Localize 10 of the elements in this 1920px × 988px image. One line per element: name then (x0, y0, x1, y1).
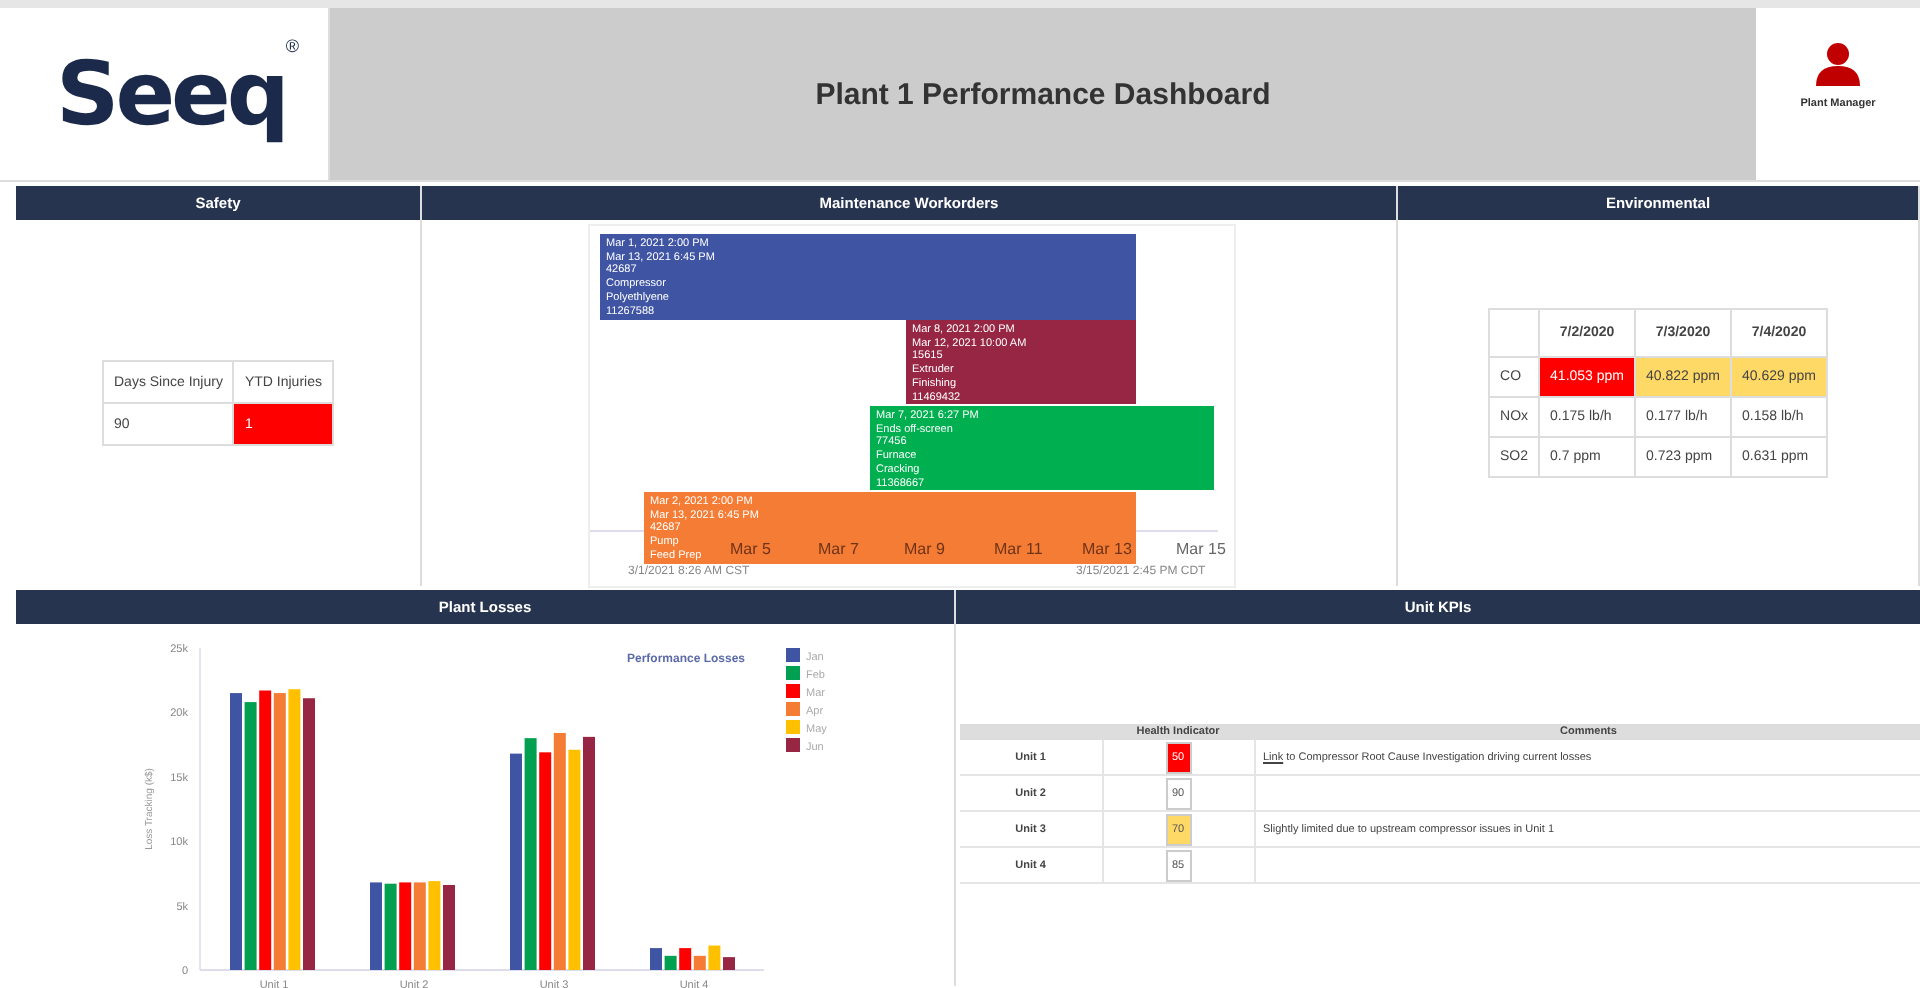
dashboard-title: Plant 1 Performance Dashboard (815, 77, 1271, 111)
logo: Seeq (56, 43, 286, 145)
axis-label: Mar 13 (1082, 540, 1132, 558)
registered-mark: ® (285, 36, 300, 56)
axis-label: Mar 11 (994, 540, 1043, 558)
user-icon[interactable] (1816, 42, 1860, 86)
axis-label: Mar 9 (904, 540, 945, 558)
axis-label: Mar 5 (730, 540, 771, 558)
axis-label: Mar 15 (1176, 540, 1226, 558)
axis-label: Mar 7 (818, 540, 859, 558)
